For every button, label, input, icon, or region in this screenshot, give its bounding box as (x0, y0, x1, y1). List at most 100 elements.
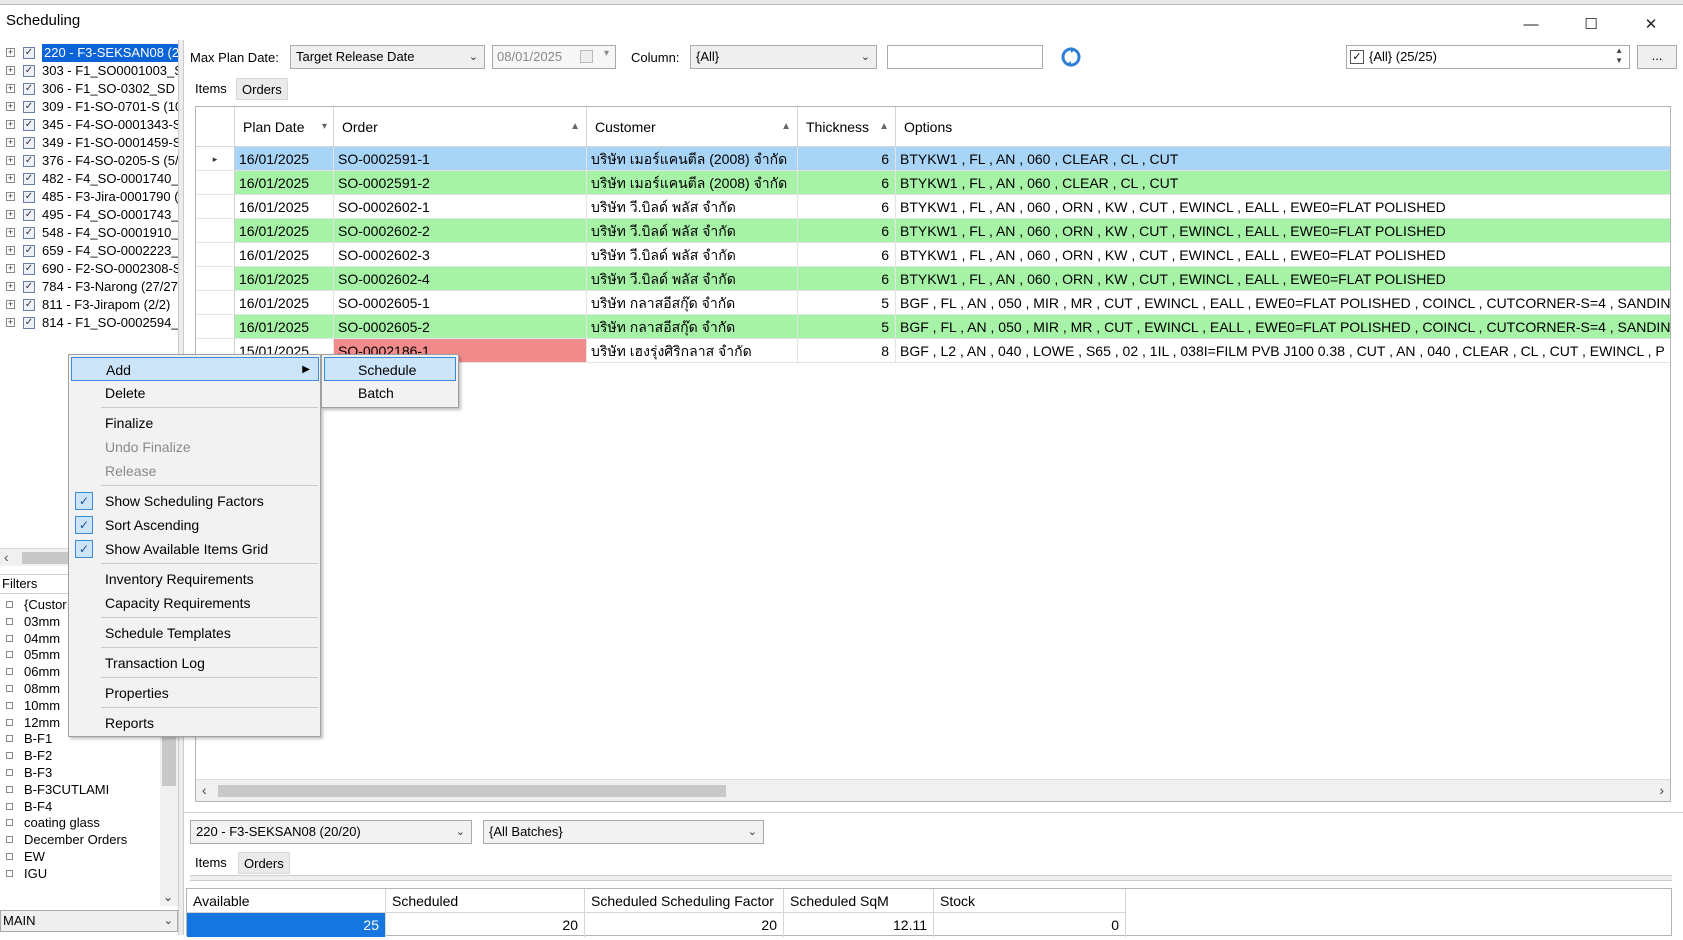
tree-item[interactable]: + ✓ 784 - F3-Narong (27/27 (0, 278, 178, 296)
checkbox-icon[interactable] (6, 802, 13, 810)
checkbox-icon[interactable]: ✓ (23, 83, 35, 95)
menu-item-finalize[interactable]: Finalize (69, 411, 320, 435)
checkbox-icon[interactable]: ✓ (23, 191, 35, 203)
table-row[interactable]: 16/01/2025 SO-0002605-1 บริษัท กลาสอีสกุ๊ด… (196, 291, 1670, 315)
menu-item-add[interactable]: Add ▶ (71, 357, 319, 381)
menu-item-release[interactable]: Release (69, 459, 320, 483)
row-indicator[interactable] (196, 243, 235, 267)
filter-item[interactable]: EW (0, 848, 160, 866)
column-header-plan-date[interactable]: Plan Date ▾ (235, 107, 334, 147)
tab-items[interactable]: Items (190, 78, 232, 100)
column-header-order[interactable]: Order ▲ (334, 107, 587, 147)
table-row[interactable]: 16/01/2025 SO-0002591-2 บริษัท เมอร์แคนตีล… (196, 171, 1670, 195)
cell-plan-date[interactable]: 16/01/2025 (235, 315, 334, 339)
checkbox-icon[interactable]: ✓ (23, 101, 35, 113)
cell-customer[interactable]: บริษัท เฮงรุ่งศิริกลาส จำกัด (587, 339, 798, 363)
column-header-thickness[interactable]: Thickness ▲ (798, 107, 896, 147)
cell-thickness[interactable]: 5 (798, 291, 896, 315)
checkbox-icon[interactable]: ✓ (23, 137, 35, 149)
menu-item-show-scheduling-factors[interactable]: ✓ Show Scheduling Factors (69, 489, 320, 513)
max-plan-date-field[interactable]: 08/01/2025 ▾ (492, 45, 616, 69)
scroll-right-icon[interactable]: › (1659, 782, 1664, 798)
cell-plan-date[interactable]: 16/01/2025 (235, 195, 334, 219)
cell-options[interactable]: BTYKW1 , FL , AN , 060 , ORN , KW , CUT … (896, 243, 1670, 267)
expand-icon[interactable]: + (6, 210, 15, 219)
checkbox-icon[interactable] (6, 617, 13, 625)
tree-item[interactable]: + ✓ 349 - F1-SO-0001459-S (0, 134, 178, 152)
column-header-options[interactable]: Options (896, 107, 1670, 147)
checkbox-icon[interactable]: ✓ (23, 209, 35, 221)
menu-item-reports[interactable]: Reports (69, 711, 320, 735)
row-indicator[interactable] (196, 291, 235, 315)
batches-combo[interactable]: {All Batches} ⌄ (483, 820, 764, 844)
tree-item[interactable]: + ✓ 690 - F2-SO-0002308-S (0, 260, 178, 278)
cell-plan-date[interactable]: 16/01/2025 (235, 267, 334, 291)
more-button[interactable]: ... (1637, 45, 1677, 69)
table-row[interactable]: 16/01/2025 SO-0002602-3 บริษัท วี.บิลด์ พล… (196, 243, 1670, 267)
cell-thickness[interactable]: 6 (798, 171, 896, 195)
table-row[interactable]: ▸ 16/01/2025 SO-0002591-1 บริษัท เมอร์แคนตี… (196, 147, 1670, 171)
summary-value-scheduled-sqm[interactable]: 12.11 (784, 913, 934, 937)
checkbox-icon[interactable] (6, 701, 13, 709)
cell-options[interactable]: BGF , L2 , AN , 040 , LOWE , S65 , 02 , … (896, 339, 1670, 363)
cell-order[interactable]: SO-0002591-1 (334, 147, 587, 171)
row-indicator[interactable] (196, 315, 235, 339)
checkbox-icon[interactable] (6, 836, 13, 844)
cell-thickness[interactable]: 6 (798, 267, 896, 291)
row-indicator[interactable] (196, 171, 235, 195)
bottom-tab-items[interactable]: Items (190, 852, 232, 874)
menu-item-capacity-requirements[interactable]: Capacity Requirements (69, 591, 320, 615)
search-input[interactable] (887, 45, 1043, 69)
sort-arrow-icon[interactable]: ▲ (570, 107, 580, 147)
row-indicator[interactable]: ▸ (196, 147, 235, 171)
checkbox-icon[interactable] (6, 819, 13, 827)
checkbox-icon[interactable] (6, 601, 13, 608)
cell-customer[interactable]: บริษัท กลาสอีสกุ๊ด จำกัด (587, 291, 798, 315)
minimize-button[interactable]: — (1508, 10, 1554, 38)
table-row[interactable]: 16/01/2025 SO-0002602-2 บริษัท วี.บิลด์ พล… (196, 219, 1670, 243)
checkbox-icon[interactable] (6, 869, 13, 877)
menu-item-properties[interactable]: Properties (69, 681, 320, 705)
table-row[interactable]: 16/01/2025 SO-0002602-1 บริษัท วี.บิลด์ พล… (196, 195, 1670, 219)
cell-customer[interactable]: บริษัท เมอร์แคนตีล (2008) จำกัด (587, 171, 798, 195)
menu-item-schedule-templates[interactable]: Schedule Templates (69, 621, 320, 645)
cell-customer[interactable]: บริษัท วี.บิลด์ พลัส จำกัด (587, 219, 798, 243)
cell-plan-date[interactable]: 16/01/2025 (235, 219, 334, 243)
menu-item-sort-ascending[interactable]: ✓ Sort Ascending (69, 513, 320, 537)
menu-item-undo-finalize[interactable]: Undo Finalize (69, 435, 320, 459)
expand-icon[interactable]: + (6, 228, 15, 237)
table-row[interactable]: 16/01/2025 SO-0002605-2 บริษัท กลาสอีสกุ๊ด… (196, 315, 1670, 339)
filter-item[interactable]: coating glass (0, 814, 160, 832)
scroll-left-icon[interactable]: ‹ (4, 549, 9, 565)
checkbox-icon[interactable]: ✓ (23, 173, 35, 185)
checkbox-icon[interactable] (6, 735, 13, 743)
menu-item-show-available-items-grid[interactable]: ✓ Show Available Items Grid (69, 537, 320, 561)
checkbox-icon[interactable]: ✓ (1350, 50, 1364, 64)
scroll-left-icon[interactable]: ‹ (202, 782, 207, 798)
date-type-combo[interactable]: Target Release Date ⌄ (290, 45, 485, 69)
tree-item[interactable]: + ✓ 482 - F4_SO-0001740_ (0, 170, 178, 188)
cell-options[interactable]: BGF , FL , AN , 050 , MIR , MR , CUT , E… (896, 291, 1670, 315)
menu-item-delete[interactable]: Delete (69, 381, 320, 405)
column-header-customer[interactable]: Customer ▲ (587, 107, 798, 147)
expand-icon[interactable]: + (6, 264, 15, 273)
tree-item[interactable]: + ✓ 376 - F4-SO-0205-S (5/! (0, 152, 178, 170)
tree-item[interactable]: + ✓ 659 - F4_SO-0002223_ (0, 242, 178, 260)
cell-order[interactable]: SO-0002602-1 (334, 195, 587, 219)
grid-horizontal-scrollbar[interactable]: ‹ › (196, 779, 1670, 801)
summary-value-scheduled[interactable]: 20 (386, 913, 585, 937)
checkbox-icon[interactable]: ✓ (23, 299, 35, 311)
cell-order[interactable]: SO-0002605-1 (334, 291, 587, 315)
tree-item[interactable]: + ✓ 303 - F1_SO0001003_S (0, 62, 178, 80)
filter-item[interactable]: B-F4 (0, 798, 160, 816)
expand-icon[interactable]: + (6, 246, 15, 255)
summary-value-available[interactable]: 25 (187, 913, 386, 937)
expand-icon[interactable]: + (6, 102, 15, 111)
cell-order[interactable]: SO-0002602-2 (334, 219, 587, 243)
sort-arrow-icon[interactable]: ▲ (781, 107, 791, 147)
checkbox-icon[interactable] (6, 752, 13, 760)
cell-thickness[interactable]: 6 (798, 147, 896, 171)
expand-icon[interactable]: + (6, 120, 15, 129)
tree-item[interactable]: + ✓ 811 - F3-Jirapom (2/2) (0, 296, 178, 314)
all-filter-spinner[interactable]: ✓ {All} (25/25) ▲ ▼ (1346, 45, 1630, 69)
